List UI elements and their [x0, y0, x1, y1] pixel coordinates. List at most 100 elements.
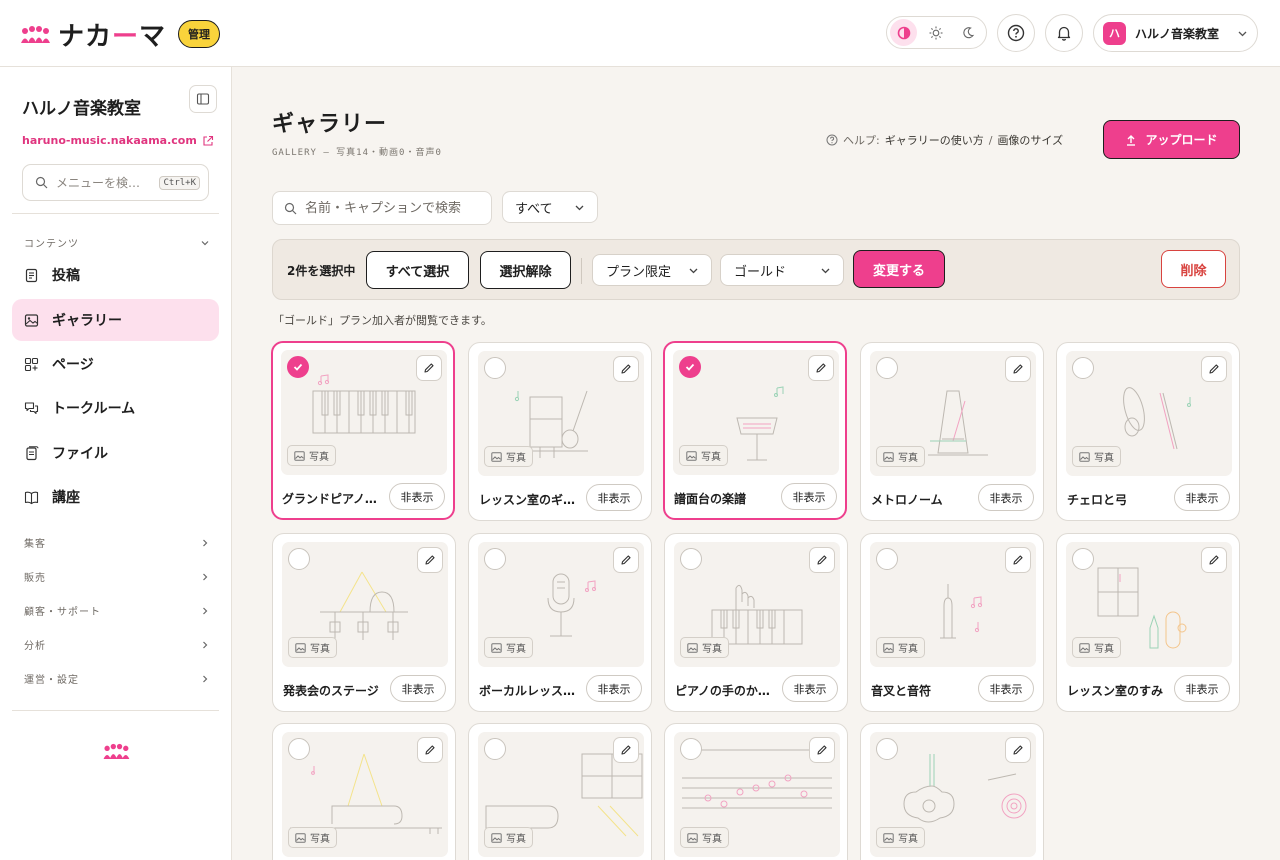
gallery-card[interactable]: 写真 譜面台の楽譜 非表示 [663, 341, 847, 520]
visibility-toggle[interactable]: 非表示 [782, 675, 838, 702]
upload-button[interactable]: アップロード [1103, 120, 1240, 159]
select-checkbox[interactable] [876, 738, 898, 760]
visibility-toggle[interactable]: 非表示 [978, 484, 1034, 511]
gallery-card[interactable]: 写真 ピアノの手のか… 非表示 [664, 533, 848, 712]
edit-button[interactable] [1005, 737, 1031, 763]
help-link-image-size[interactable]: 画像のサイズ [997, 132, 1063, 148]
gallery-thumbnail: 写真 [673, 350, 839, 475]
help-link-gallery-usage[interactable]: ギャラリーの使い方 [885, 132, 984, 148]
page-title: ギャラリー [272, 112, 388, 137]
select-checkbox[interactable] [1072, 357, 1094, 379]
select-checkbox[interactable] [1072, 548, 1094, 570]
visibility-toggle[interactable]: 非表示 [978, 675, 1034, 702]
select-checkbox[interactable] [484, 738, 506, 760]
edit-button[interactable] [613, 356, 639, 382]
edit-button[interactable] [1201, 356, 1227, 382]
edit-button[interactable] [808, 355, 834, 381]
pencil-icon [1209, 364, 1219, 374]
section-marketing[interactable]: 集客 [24, 535, 210, 550]
visibility-toggle[interactable]: 非表示 [1174, 675, 1230, 702]
app-logo[interactable]: ナカーマ 管理 [20, 14, 221, 54]
gallery-card[interactable]: 写真 発表会のステージ 非表示 [272, 533, 456, 712]
sidebar-item-talkroom[interactable]: トークルーム [12, 387, 219, 429]
delete-button[interactable]: 削除 [1161, 250, 1226, 288]
select-checkbox[interactable] [680, 548, 702, 570]
gallery-card[interactable]: 写真 [664, 723, 848, 860]
gallery-card[interactable]: 写真 メトロノーム 非表示 [860, 342, 1044, 521]
section-sales[interactable]: 販売 [24, 569, 210, 584]
gallery-thumbnail: 写真 [478, 351, 644, 476]
notifications-button[interactable] [1045, 14, 1083, 52]
visibility-toggle[interactable]: 非表示 [390, 675, 446, 702]
edit-button[interactable] [1201, 547, 1227, 573]
edit-button[interactable] [416, 355, 442, 381]
visibility-toggle[interactable]: 非表示 [586, 675, 642, 702]
edit-button[interactable] [809, 737, 835, 763]
chevron-right-icon [203, 675, 208, 682]
plan-tier-select[interactable]: ゴールド [720, 254, 844, 286]
upload-icon [1127, 134, 1136, 146]
select-checkbox[interactable] [876, 357, 898, 379]
gallery-card[interactable]: 写真 音叉と音符 非表示 [860, 533, 1044, 712]
sidebar-collapse-button[interactable] [189, 85, 217, 113]
edit-button[interactable] [1005, 356, 1031, 382]
edit-button[interactable] [417, 737, 443, 763]
visibility-toggle[interactable]: 非表示 [586, 484, 642, 511]
edit-button[interactable] [1005, 547, 1031, 573]
edit-button[interactable] [809, 547, 835, 573]
gallery-thumbnail: 写真 [674, 732, 840, 857]
select-checkbox[interactable] [484, 357, 506, 379]
footer-logo-icon [103, 743, 130, 759]
item-name: メトロノーム [871, 493, 943, 507]
section-content[interactable]: コンテンツ [24, 235, 210, 250]
type-filter-select[interactable]: すべて [502, 191, 598, 223]
edit-button[interactable] [613, 547, 639, 573]
select-checkbox[interactable] [288, 548, 310, 570]
gallery-card[interactable]: 写真 レッスン室のギ… 非表示 [468, 342, 652, 521]
top-bar: ナカーマ 管理 ハ ハルノ音楽教室 [0, 0, 1280, 67]
edit-button[interactable] [417, 547, 443, 573]
visibility-toggle[interactable]: 非表示 [1174, 484, 1230, 511]
theme-auto-button[interactable] [890, 19, 917, 46]
gallery-card[interactable]: 写真 レッスン室のすみ 非表示 [1056, 533, 1240, 712]
select-checkbox[interactable] [679, 356, 701, 378]
section-customer-support[interactable]: 顧客・サポート [24, 603, 210, 618]
section-operations-settings[interactable]: 運営・設定 [24, 671, 210, 686]
gallery-card[interactable]: 写真 [860, 723, 1044, 860]
gallery-card[interactable]: 写真 グランドピアノ… 非表示 [271, 341, 455, 520]
select-checkbox[interactable] [484, 548, 506, 570]
select-checkbox[interactable] [287, 356, 309, 378]
account-menu[interactable]: ハ ハルノ音楽教室 [1093, 14, 1258, 52]
visibility-toggle[interactable]: 非表示 [389, 483, 445, 510]
select-checkbox[interactable] [680, 738, 702, 760]
sidebar-item-posts[interactable]: 投稿 [12, 254, 219, 296]
site-url-link[interactable]: haruno-music.nakaama.com [22, 134, 214, 147]
gallery-card[interactable]: 写真 [468, 723, 652, 860]
visibility-toggle[interactable]: 非表示 [781, 483, 837, 510]
gallery-card[interactable]: 写真 チェロと弓 非表示 [1056, 342, 1240, 521]
sidebar-item-gallery[interactable]: ギャラリー [12, 299, 219, 341]
section-analytics[interactable]: 分析 [24, 637, 210, 652]
select-checkbox[interactable] [876, 548, 898, 570]
gallery-search-input[interactable] [305, 200, 475, 216]
help-button[interactable] [997, 14, 1035, 52]
gallery-card[interactable]: 写真 ボーカルレッス… 非表示 [468, 533, 652, 712]
select-checkbox[interactable] [288, 738, 310, 760]
sidebar-item-files[interactable]: ファイル [12, 432, 219, 474]
select-all-button[interactable]: すべて選択 [366, 251, 469, 289]
document-icon [25, 268, 38, 282]
external-link-icon [203, 135, 213, 146]
sidebar-item-pages[interactable]: ページ [12, 343, 219, 385]
theme-light-button[interactable] [922, 19, 949, 46]
apply-change-button[interactable]: 変更する [853, 250, 945, 288]
sidebar-item-course[interactable]: 講座 [12, 476, 219, 518]
deselect-button[interactable]: 選択解除 [480, 251, 571, 289]
theme-dark-button[interactable] [954, 19, 981, 46]
menu-search-input[interactable]: メニューを検… Ctrl+K [22, 164, 209, 201]
edit-button[interactable] [613, 737, 639, 763]
plan-scope-select[interactable]: プラン限定 [592, 254, 712, 286]
gallery-thumbnail: 写真 [1066, 542, 1232, 667]
gallery-card[interactable]: 写真 [272, 723, 456, 860]
media-type-badge: 写真 [1072, 446, 1121, 467]
media-type-badge: 写真 [484, 637, 533, 658]
